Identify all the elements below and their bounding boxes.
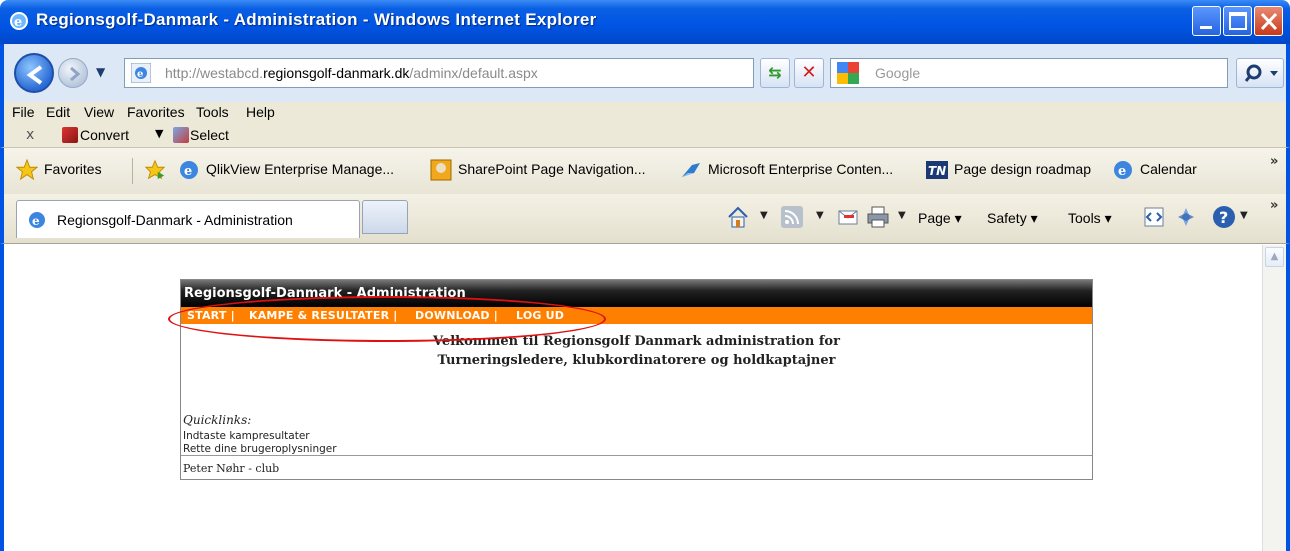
menu-bar: File Edit View Favorites Tools Help — [0, 102, 1290, 124]
svg-text:e: e — [14, 15, 22, 30]
tools-menu-label: Tools — [1068, 210, 1101, 226]
menu-tools[interactable]: Tools — [196, 104, 229, 120]
ie-page-icon: e — [29, 212, 45, 228]
menu-view[interactable]: View — [84, 104, 114, 120]
close-icon — [1260, 12, 1278, 31]
favorites-overflow-chevron[interactable]: » — [1270, 154, 1278, 169]
minimize-icon — [1200, 26, 1212, 29]
footer-divider — [181, 455, 1092, 456]
back-arrow-icon — [26, 65, 43, 85]
search-box[interactable]: Google — [830, 58, 1228, 88]
svg-text:e: e — [1118, 164, 1126, 179]
favorite-link-qlikview[interactable]: QlikView Enterprise Manage... — [206, 161, 394, 177]
page-design-roadmap-icon: TN — [926, 161, 948, 179]
add-to-favorites-icon[interactable] — [144, 159, 166, 181]
forward-button[interactable] — [58, 58, 88, 88]
minimize-button[interactable] — [1192, 6, 1221, 36]
url-text: http://westabcd.regionsgolf-danmark.dk/a… — [165, 65, 538, 81]
print-icon[interactable] — [866, 205, 890, 229]
feeds-dropdown-icon[interactable]: ▼ — [816, 210, 824, 221]
tools-menu[interactable]: Tools ▾ — [1068, 210, 1112, 227]
favorites-button[interactable]: Favorites — [44, 161, 102, 177]
svg-text:?: ? — [1219, 208, 1228, 227]
safety-menu-label: Safety — [987, 210, 1027, 226]
navigation-bar: ▼ e http://westabcd.regionsgolf-danmark.… — [0, 44, 1290, 102]
tab-bar: e Regionsgolf-Danmark - Administration ▼… — [0, 194, 1290, 244]
highlight-ellipse — [168, 296, 606, 342]
sharepoint-navigation-icon — [430, 159, 452, 181]
read-mail-icon[interactable] — [836, 205, 860, 229]
home-dropdown-icon[interactable]: ▼ — [760, 210, 768, 221]
favorite-link-page-design-roadmap[interactable]: Page design roadmap — [954, 161, 1091, 177]
research-icon[interactable] — [1174, 205, 1198, 229]
search-button[interactable] — [1236, 58, 1284, 88]
tab-regionsgolf-administration[interactable]: e Regionsgolf-Danmark - Administration — [16, 200, 360, 238]
favorite-link-sharepoint[interactable]: SharePoint Page Navigation... — [458, 161, 646, 177]
favorites-bar: Favorites e QlikView Enterprise Manage..… — [0, 148, 1290, 194]
svg-text:TN: TN — [928, 164, 946, 178]
search-icon — [1244, 64, 1278, 82]
svg-text:e: e — [184, 164, 192, 179]
quicklink-rette-brugeroplysninger[interactable]: Rette dine brugeroplysninger — [183, 443, 337, 455]
welcome-line-2: Turneringsledere, klubkordinatorere og h… — [437, 353, 836, 368]
scroll-up-arrow-icon[interactable]: ▲ — [1265, 247, 1284, 267]
svg-text:e: e — [32, 214, 40, 228]
google-logo-icon — [837, 62, 859, 84]
quicklink-indtaste-kampresultater[interactable]: Indtaste kampresultater — [183, 430, 310, 442]
new-tab-button[interactable] — [362, 200, 408, 234]
favorite-link-microsoft-enterprise[interactable]: Microsoft Enterprise Conten... — [708, 161, 893, 177]
maximize-icon — [1229, 12, 1247, 30]
vertical-scrollbar[interactable]: ▲ — [1262, 245, 1286, 551]
address-bar[interactable]: e http://westabcd.regionsgolf-danmark.dk… — [124, 58, 873, 88]
safety-menu[interactable]: Safety ▾ — [987, 210, 1038, 227]
help-icon[interactable]: ? — [1212, 205, 1236, 229]
refresh-icon: ⇆ — [768, 63, 782, 82]
ie-logo-icon: e — [10, 12, 28, 30]
page-menu[interactable]: Page ▾ — [918, 210, 962, 227]
close-button[interactable] — [1254, 6, 1283, 36]
maximize-button[interactable] — [1223, 6, 1252, 36]
commandbar-overflow-chevron[interactable]: » — [1270, 198, 1278, 213]
svg-text:e: e — [137, 69, 143, 80]
page-footer-user: Peter Nøhr - club — [183, 462, 280, 475]
stop-button[interactable]: ✕ — [794, 58, 824, 88]
ie-page-icon: e — [1114, 161, 1132, 179]
convert-toolbar: x Convert ▼ Select — [0, 124, 1290, 148]
print-dropdown-icon[interactable]: ▼ — [898, 210, 906, 221]
pdf-convert-icon — [62, 127, 78, 143]
page-menu-label: Page — [918, 210, 951, 226]
pdf-select-icon — [173, 127, 189, 143]
window-title: Regionsgolf-Danmark - Administration - W… — [36, 10, 597, 29]
html-source-icon[interactable] — [1142, 205, 1166, 229]
favorites-star-icon — [16, 159, 38, 181]
menu-favorites[interactable]: Favorites — [127, 104, 185, 120]
menu-edit[interactable]: Edit — [46, 104, 70, 120]
toolbar-close-button[interactable]: x — [26, 127, 34, 143]
convert-button[interactable]: Convert — [80, 127, 129, 143]
window-title-bar[interactable]: e Regionsgolf-Danmark - Administration -… — [0, 0, 1290, 44]
back-button[interactable] — [14, 53, 54, 93]
stop-icon: ✕ — [801, 62, 817, 83]
select-button[interactable]: Select — [190, 127, 229, 143]
help-dropdown-icon[interactable]: ▼ — [1240, 210, 1248, 221]
microsoft-enterprise-icon — [682, 163, 700, 177]
favorite-link-calendar[interactable]: Calendar — [1140, 161, 1197, 177]
refresh-button[interactable]: ⇆ — [760, 58, 790, 88]
forward-arrow-icon — [70, 66, 81, 82]
rss-feeds-icon[interactable] — [780, 205, 804, 229]
menu-file[interactable]: File — [12, 104, 35, 120]
convert-dropdown-icon[interactable]: ▼ — [155, 127, 163, 140]
ie-page-icon: e — [180, 161, 198, 179]
search-placeholder: Google — [875, 65, 921, 81]
quicklinks-label: Quicklinks: — [183, 413, 252, 427]
recent-pages-dropdown[interactable]: ▼ — [96, 65, 105, 79]
ie-page-icon: e — [131, 63, 151, 83]
menu-help[interactable]: Help — [246, 104, 275, 120]
home-icon[interactable] — [726, 205, 750, 229]
tab-label: Regionsgolf-Danmark - Administration — [57, 212, 293, 228]
favorites-separator — [132, 158, 133, 184]
